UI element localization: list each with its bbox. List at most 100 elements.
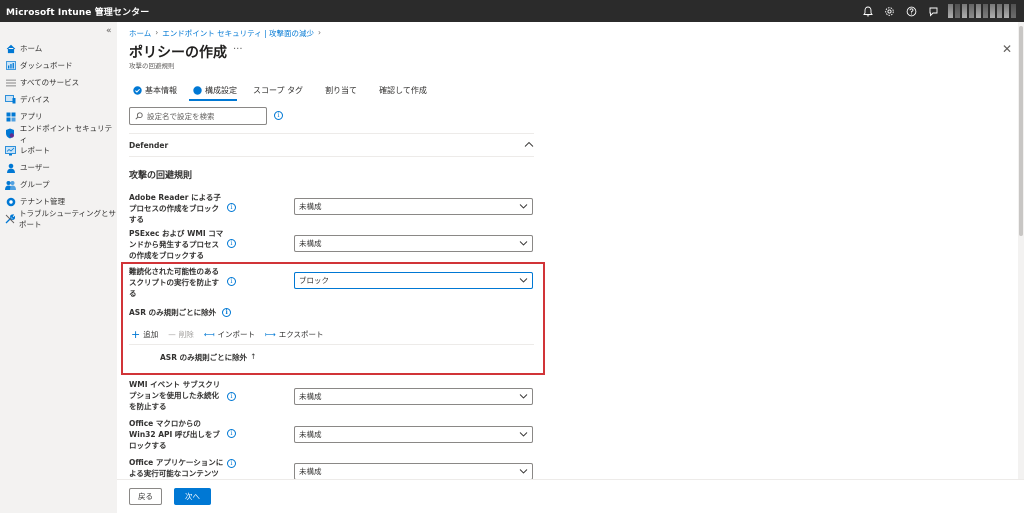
sidebar-item-all-services[interactable]: すべてのサービス: [0, 74, 117, 91]
add-button[interactable]: + 追加: [131, 328, 158, 341]
sidebar-item-dashboard[interactable]: ダッシュボード: [0, 57, 117, 74]
asr-exclusion-label: ASR のみ規則ごとに除外 i: [129, 307, 232, 318]
info-icon[interactable]: i: [274, 111, 283, 120]
dropdown-value: 未構成: [299, 467, 322, 476]
group-icon: [5, 179, 16, 190]
info-icon[interactable]: i: [222, 308, 232, 317]
delete-label: 削除: [178, 330, 194, 339]
setting-dropdown[interactable]: 未構成: [294, 388, 533, 405]
import-arrow-icon: ⟻: [203, 330, 215, 339]
chevron-down-icon: [519, 430, 528, 439]
tab-label: スコープ タグ: [253, 85, 304, 95]
dropdown-value: 未構成: [299, 430, 322, 439]
breadcrumb: ホーム › エンドポイント セキュリティ | 攻撃面の減少 ›: [129, 28, 321, 39]
dropdown-value: 未構成: [299, 202, 322, 211]
wizard-tabs: 基本情報 構成設定 スコープ タグ 割り当て 確認して作成: [129, 83, 435, 101]
setting-label: Office アプリケーションによる実行可能なコンテンツ: [129, 458, 224, 478]
dropdown-value: ブロック: [299, 276, 329, 285]
tab-basics[interactable]: 基本情報: [129, 83, 185, 97]
breadcrumb-home[interactable]: ホーム: [129, 28, 151, 39]
search-placeholder: 設定名で設定を検索: [147, 111, 215, 121]
settings-search-input[interactable]: 設定名で設定を検索: [129, 107, 267, 125]
info-icon[interactable]: i: [227, 459, 236, 468]
wrench-icon: [5, 213, 15, 224]
sidebar-item-home[interactable]: ホーム: [0, 40, 117, 57]
page-title: ポリシーの作成: [129, 45, 227, 61]
exclusion-toolbar: + 追加 — 削除 ⟻ インポート ⟼ エクスポート: [131, 328, 324, 341]
bell-icon[interactable]: [861, 5, 874, 18]
back-button[interactable]: 戻る: [129, 488, 162, 505]
tenant-icon: [5, 196, 16, 207]
setting-dropdown[interactable]: 未構成: [294, 426, 533, 443]
column-title: ASR のみ規則ごとに除外: [160, 353, 248, 362]
sidebar-item-troubleshooting[interactable]: トラブルシューティングとサポート: [0, 209, 117, 229]
close-icon[interactable]: ✕: [1002, 42, 1012, 56]
tab-scope-tags[interactable]: スコープ タグ: [245, 83, 311, 97]
sidebar-nav: ホーム ダッシュボード すべてのサービス デバイス アプリ エンドポイント セキ…: [0, 40, 117, 229]
setting-dropdown[interactable]: 未構成: [294, 463, 533, 480]
sidebar-item-label: ホーム: [20, 44, 43, 53]
next-button[interactable]: 次へ: [174, 488, 211, 505]
account-avatar[interactable]: [948, 4, 1018, 18]
setting-label: PSExec および WMI コマンドから発生するプロセスの作成をブロックする: [129, 229, 224, 260]
tab-review-create[interactable]: 確認して作成: [365, 83, 435, 97]
chevron-down-icon: [519, 392, 528, 401]
setting-label: 難読化された可能性のあるスクリプトの実行を防止する: [129, 267, 219, 298]
import-button[interactable]: ⟻ インポート: [204, 329, 255, 340]
add-label: 追加: [143, 330, 159, 339]
setting-dropdown[interactable]: 未構成: [294, 235, 533, 252]
sidebar-item-label: テナント管理: [20, 197, 65, 206]
check-circle-icon: [133, 85, 142, 95]
home-icon: [5, 43, 16, 54]
sidebar-item-label: グループ: [20, 180, 50, 189]
export-label: エクスポート: [278, 330, 324, 339]
tab-configuration-settings[interactable]: 構成設定: [185, 83, 245, 101]
dropdown-value: 未構成: [299, 392, 322, 401]
sidebar-item-endpoint-security[interactable]: エンドポイント セキュリティ: [0, 124, 117, 144]
sidebar-item-users[interactable]: ユーザー: [0, 159, 117, 176]
divider: [129, 344, 534, 345]
sidebar-item-label: ユーザー: [20, 163, 50, 172]
sidebar-item-devices[interactable]: デバイス: [0, 91, 117, 108]
devices-icon: [5, 94, 16, 105]
exclusion-column-header[interactable]: ASR のみ規則ごとに除外 ↑: [160, 352, 256, 363]
feedback-icon[interactable]: [927, 5, 940, 18]
help-icon[interactable]: [905, 5, 918, 18]
app-title[interactable]: Microsoft Intune 管理センター: [0, 5, 149, 18]
plus-icon: +: [131, 328, 141, 341]
delete-button[interactable]: — 削除: [168, 329, 194, 340]
section-header-defender[interactable]: Defender: [129, 133, 534, 157]
section-title: Defender: [129, 141, 169, 150]
breadcrumb-endpoint-security[interactable]: エンドポイント セキュリティ | 攻撃面の減少: [162, 28, 314, 39]
report-icon: [5, 145, 16, 156]
sidebar-item-reports[interactable]: レポート: [0, 142, 117, 159]
setting-dropdown[interactable]: ブロック: [294, 272, 533, 289]
minus-icon: —: [168, 330, 176, 339]
main-content: ホーム › エンドポイント セキュリティ | 攻撃面の減少 › ポリシーの作成 …: [117, 22, 1024, 513]
info-icon[interactable]: i: [227, 392, 236, 401]
chevron-up-icon[interactable]: [524, 140, 534, 149]
tab-assignments[interactable]: 割り当て: [311, 83, 365, 97]
shield-icon: [5, 128, 16, 139]
info-icon[interactable]: i: [227, 429, 236, 438]
search-icon: [135, 112, 143, 120]
tab-label: 割り当て: [325, 85, 358, 95]
chevron-down-icon: [519, 467, 528, 476]
scrollbar-thumb[interactable]: [1019, 26, 1023, 236]
top-bar: Microsoft Intune 管理センター: [0, 0, 1024, 22]
import-label: インポート: [217, 330, 255, 339]
gear-icon[interactable]: [883, 5, 896, 18]
tab-label: 構成設定: [205, 85, 237, 95]
info-icon[interactable]: i: [227, 239, 236, 248]
setting-dropdown[interactable]: 未構成: [294, 198, 533, 215]
sidebar-item-groups[interactable]: グループ: [0, 176, 117, 193]
group-title: 攻撃の回避規則: [129, 171, 193, 181]
dashboard-icon: [5, 60, 16, 71]
vertical-scrollbar[interactable]: [1018, 22, 1024, 513]
more-options-icon[interactable]: ···: [233, 44, 243, 55]
info-icon[interactable]: i: [227, 277, 236, 286]
tab-label: 確認して作成: [379, 85, 427, 95]
collapse-sidebar-icon[interactable]: «: [106, 26, 112, 36]
info-icon[interactable]: i: [227, 203, 236, 212]
export-button[interactable]: ⟼ エクスポート: [265, 329, 324, 340]
